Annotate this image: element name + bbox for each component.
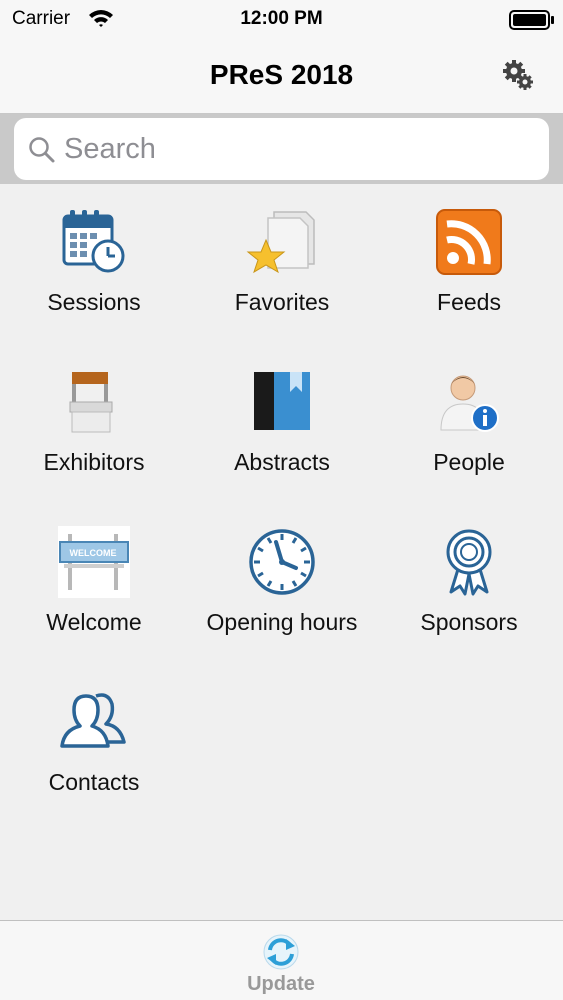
search-bar: [0, 114, 563, 184]
grid-item-label: Welcome: [46, 609, 142, 635]
grid-item-label: Sponsors: [420, 609, 518, 635]
grid-item-contacts[interactable]: Contacts: [0, 664, 188, 814]
grid-item-favorites[interactable]: Favorites: [188, 184, 376, 334]
grid-item-people[interactable]: People: [375, 344, 563, 494]
navigation-bar: PReS 2018: [0, 38, 563, 114]
status-bar: Carrier 12:00 PM: [0, 0, 563, 38]
grid-item-sponsors[interactable]: Sponsors: [375, 504, 563, 654]
star-folder-icon: [246, 206, 318, 278]
search-field[interactable]: [14, 118, 549, 180]
grid-item-exhibitors[interactable]: Exhibitors: [0, 344, 188, 494]
svg-text:WELCOME: WELCOME: [70, 548, 117, 558]
person-info-icon: [433, 366, 505, 438]
welcome-sign-icon: WELCOME: [58, 526, 130, 598]
grid-item-welcome[interactable]: WELCOME Welcome: [0, 504, 188, 654]
grid-item-label: Abstracts: [234, 449, 330, 475]
update-button[interactable]: Update: [231, 929, 331, 999]
battery-icon: [509, 10, 555, 35]
grid-item-opening-hours[interactable]: Opening hours: [188, 504, 376, 654]
grid-item-label: Opening hours: [206, 609, 358, 635]
grid-item-label: Contacts: [48, 769, 140, 795]
calendar-clock-icon: [58, 206, 130, 278]
grid-item-label: People: [433, 449, 505, 475]
grid-item-abstracts[interactable]: Abstracts: [188, 344, 376, 494]
grid-item-label: Exhibitors: [43, 449, 145, 475]
search-input[interactable]: [64, 126, 534, 172]
grid-item-label: Feeds: [437, 289, 501, 315]
grid-item-feeds[interactable]: Feeds: [375, 184, 563, 334]
search-icon: [28, 136, 56, 169]
gears-icon: [503, 60, 533, 90]
ribbon-icon: [433, 526, 505, 598]
grid-item-sessions[interactable]: Sessions: [0, 184, 188, 334]
update-label: Update: [247, 973, 315, 995]
clock-icon: [246, 526, 318, 598]
refresh-icon: [262, 933, 300, 976]
contacts-icon: [58, 686, 130, 758]
tab-bar: Update: [0, 920, 563, 1000]
settings-button[interactable]: [501, 58, 535, 92]
grid-item-label: Favorites: [234, 289, 330, 315]
book-icon: [246, 366, 318, 438]
rss-icon: [433, 206, 505, 278]
page-title: PReS 2018: [209, 59, 354, 90]
booth-icon: [58, 366, 130, 438]
status-time: 12:00 PM: [240, 8, 323, 29]
grid-item-label: Sessions: [47, 289, 141, 315]
